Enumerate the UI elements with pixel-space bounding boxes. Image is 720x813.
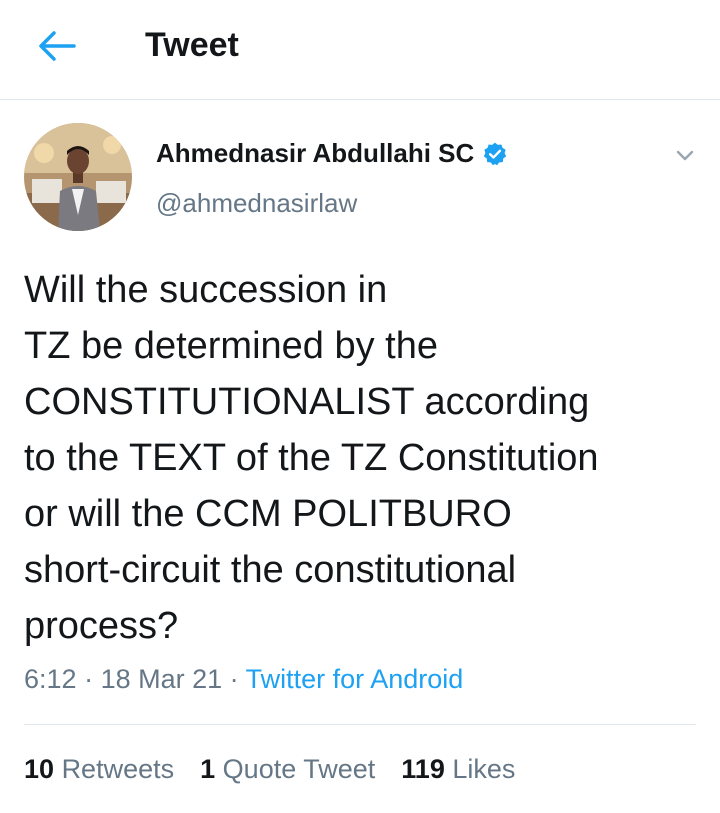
arrow-left-icon (39, 31, 76, 61)
tweet-text-line: process? (24, 605, 179, 647)
avatar[interactable] (24, 123, 132, 231)
quotes-label: Quote Tweet (222, 754, 376, 784)
tweet-text-line: to the TEXT of the TZ Constitution (24, 437, 599, 479)
tweet-text-line: short-circuit the constitutional (24, 549, 517, 591)
retweets-stat[interactable]: 10 Retweets (24, 754, 174, 785)
tweet-time: 6:12 (24, 664, 77, 694)
tweet-text-line: Will the succession in (24, 269, 388, 311)
verified-badge-icon (482, 141, 508, 167)
tweet-text-line: CONSTITUTIONALIST according (24, 381, 590, 423)
tweet-date: 18 Mar 21 (100, 664, 223, 694)
tweet-menu-button[interactable] (670, 140, 700, 170)
tweet-meta: 6:12 · 18 Mar 21 · Twitter for Android (24, 664, 463, 695)
quote-tweets-stat[interactable]: 1 Quote Tweet (200, 754, 375, 785)
meta-separator: · (222, 664, 246, 694)
likes-count: 119 (401, 754, 445, 784)
back-button[interactable] (34, 26, 78, 66)
author-handle[interactable]: @ahmednasirlaw (156, 188, 357, 219)
tweet-text-line: or will the CCM POLITBURO (24, 493, 512, 535)
tweet-stats: 10 Retweets 1 Quote Tweet 119 Likes (24, 754, 541, 785)
author-row: Ahmednasir Abdullahi SC (156, 138, 508, 169)
author-name[interactable]: Ahmednasir Abdullahi SC (156, 138, 474, 169)
retweets-label: Retweets (61, 754, 175, 784)
quotes-count: 1 (200, 754, 216, 784)
page-title: Tweet (145, 26, 239, 64)
likes-stat[interactable]: 119 Likes (401, 754, 515, 785)
meta-separator: · (76, 664, 101, 694)
retweets-count: 10 (24, 754, 55, 784)
divider (24, 724, 696, 725)
chevron-down-icon (676, 150, 694, 161)
top-bar: Tweet (0, 0, 720, 100)
profile-photo (24, 123, 132, 231)
likes-label: Likes (452, 754, 516, 784)
tweet-source-link[interactable]: Twitter for Android (246, 664, 464, 694)
tweet-text-line: TZ be determined by the (24, 325, 438, 367)
tweet-text: Will the succession in TZ be determined … (24, 262, 700, 654)
